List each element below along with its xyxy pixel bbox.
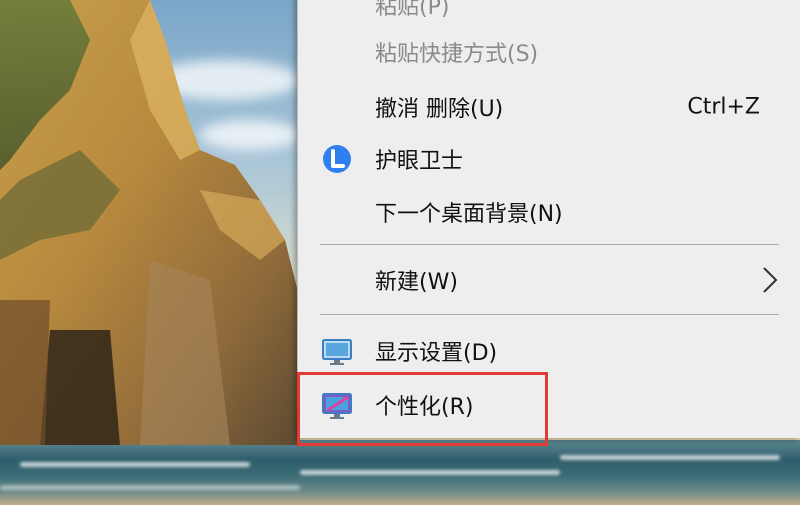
menu-item-personalize[interactable]: 个性化(R) (298, 380, 800, 430)
menu-item-label: 新建(W) (375, 270, 458, 295)
display-settings-icon (322, 339, 352, 365)
menu-item-label: 显示设置(D) (375, 341, 498, 366)
chevron-right-icon (763, 267, 778, 293)
menu-item-display-settings[interactable]: 显示设置(D) (298, 326, 800, 376)
wallpaper-wave (20, 462, 250, 467)
eye-guard-icon (323, 145, 351, 173)
menu-item-label: 撤消 删除(U) (375, 97, 504, 122)
wallpaper-rock (0, 0, 300, 445)
menu-item-eye-guard[interactable]: 护眼卫士 (298, 134, 800, 184)
wallpaper-wave (560, 455, 780, 460)
menu-item-new[interactable]: 新建(W) (298, 255, 800, 305)
wallpaper-wave (300, 470, 560, 475)
menu-separator (320, 244, 779, 245)
menu-item-label: 下一个桌面背景(N) (375, 202, 563, 227)
menu-item-paste-shortcut: 粘贴快捷方式(S) (298, 27, 800, 77)
menu-item-next-background[interactable]: 下一个桌面背景(N) (298, 187, 800, 237)
menu-separator (320, 314, 779, 315)
menu-item-label: 护眼卫士 (375, 149, 464, 174)
menu-item-label: 粘贴(P) (375, 0, 450, 20)
personalize-icon (322, 393, 352, 419)
menu-item-undo-delete[interactable]: 撤消 删除(U) Ctrl+Z (298, 82, 800, 132)
menu-item-label: 粘贴快捷方式(S) (375, 42, 539, 67)
wallpaper-wave (0, 485, 300, 490)
menu-item-label: 个性化(R) (375, 395, 474, 420)
shortcut-label: Ctrl+Z (687, 94, 760, 120)
menu-item-paste: 粘贴(P) (298, 0, 800, 30)
context-menu: 粘贴(P) 粘贴快捷方式(S) 撤消 删除(U) Ctrl+Z 护眼卫士 下一个… (297, 0, 800, 438)
